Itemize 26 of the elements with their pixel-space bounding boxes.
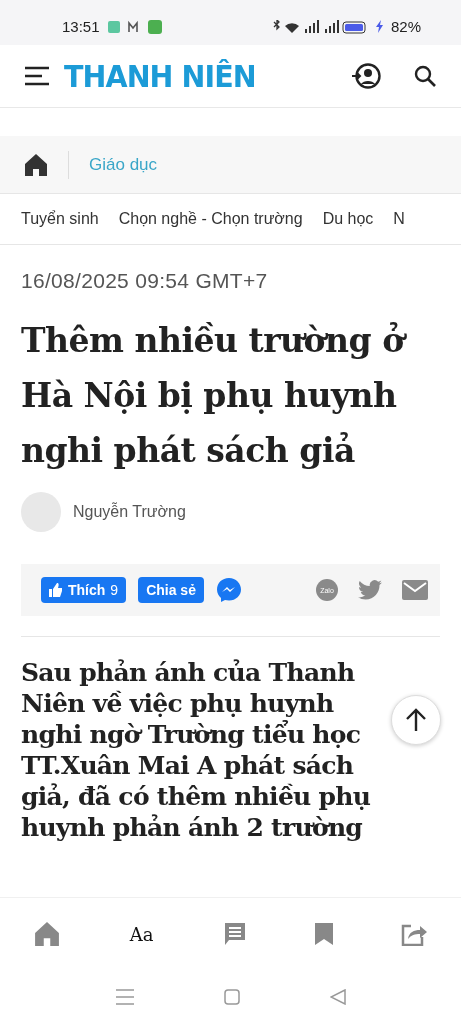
clock: 13:51 (62, 18, 100, 35)
bird-icon[interactable] (358, 580, 382, 600)
publish-date: 16/08/2025 09:54 GMT+7 (21, 269, 269, 293)
battery-percent: 82% (390, 18, 421, 35)
subcategory-link[interactable]: Tuyển sinh (21, 210, 99, 228)
charging-icon (375, 20, 383, 33)
account-icon[interactable] (351, 62, 381, 90)
author-name[interactable]: Nguyễn Trường (73, 503, 186, 521)
mail-icon[interactable] (402, 580, 428, 600)
home-icon[interactable] (24, 152, 48, 177)
menu-icon[interactable] (24, 66, 50, 86)
messenger-icon[interactable] (215, 577, 242, 603)
home-button-icon[interactable] (223, 989, 240, 1005)
like-button[interactable]: Thích 9 (41, 577, 127, 603)
back-icon[interactable] (329, 989, 346, 1005)
subcategory-link[interactable]: N (393, 210, 405, 228)
subcategory-link[interactable]: Chọn nghề - Chọn trường (118, 210, 303, 228)
search-icon[interactable] (413, 64, 437, 88)
arrow-up-icon (405, 708, 427, 732)
article-title: Thêm nhiều trường ở Hà Nội bị phụ huynh nghi phát sách giả (21, 313, 440, 478)
subcategory-link[interactable]: Du học (322, 210, 374, 228)
article-lead: Sau phản ánh của Thanh Niên về việc phụ huynh nghi ngờ Trường tiểu học TT.Xuân Mai A phát sách giả, đã có thêm nhiều phụ huynh phản ánh 2 trường (21, 657, 372, 843)
thumbs-up-icon (49, 583, 63, 597)
scroll-top-button[interactable] (391, 695, 441, 745)
font-size-button[interactable]: Aa (123, 922, 160, 946)
share-button[interactable]: Chia sẻ (138, 577, 204, 603)
